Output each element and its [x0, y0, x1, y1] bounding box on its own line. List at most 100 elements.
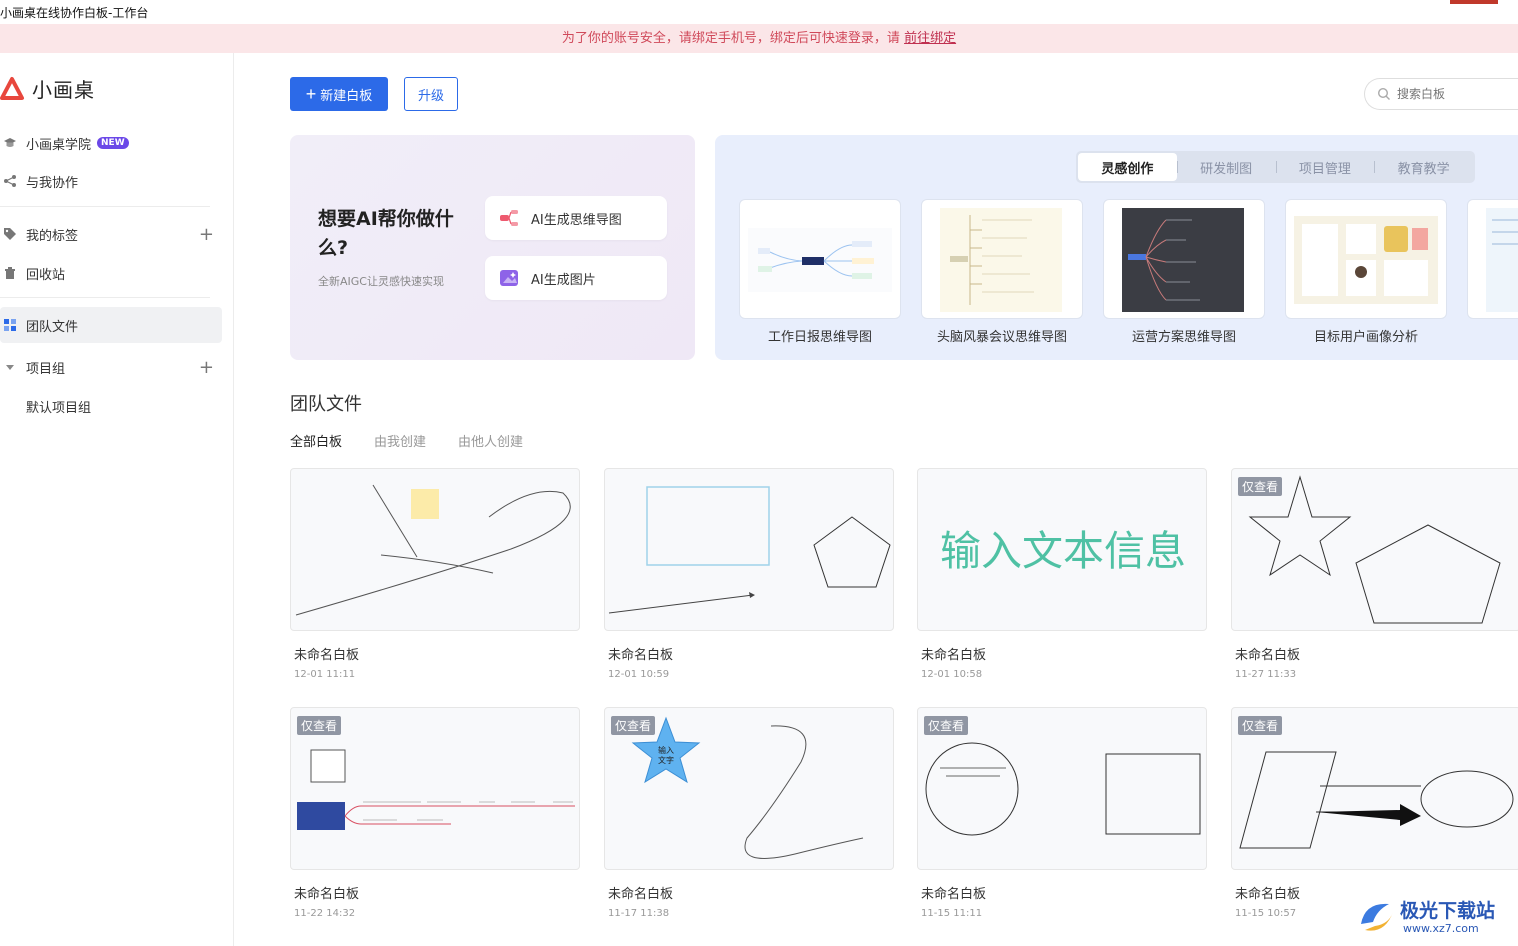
filter-created-by-others[interactable]: 由他人创建 [458, 431, 523, 450]
bind-now-link[interactable]: 前往绑定 [904, 31, 956, 46]
sidebar-item-label: 我的标签 [26, 228, 79, 244]
board-name: 未命名白板 [608, 648, 674, 663]
search-box[interactable] [1364, 78, 1518, 110]
tab-inspiration[interactable]: 灵感创作 [1078, 153, 1177, 181]
sidebar-item-label: 与我协作 [26, 175, 79, 191]
ai-mindmap-label: AI生成思维导图 [531, 212, 622, 228]
board-name: 未命名白板 [921, 887, 987, 902]
board-date: 11-27 11:33 [1235, 669, 1297, 680]
sidebar-item-trash[interactable]: 回收站 [0, 255, 222, 291]
tab-rnd[interactable]: 研发制图 [1176, 153, 1276, 181]
template-thumb-operations [1122, 208, 1244, 312]
readonly-badge: 仅查看 [611, 716, 656, 735]
logo-name: 小画桌 [32, 77, 95, 102]
board-date: 11-22 14:32 [294, 908, 356, 919]
file-filter-tabs: 全部白板 由我创建 由他人创建 [290, 431, 555, 450]
template-thumb-partial [1486, 208, 1518, 312]
sidebar-item-default-group[interactable]: 默认项目组 [0, 388, 222, 424]
board-thumbnail [608, 486, 891, 614]
sidebar-item-tags[interactable]: 我的标签 + [0, 216, 222, 252]
board-name: 未命名白板 [294, 648, 360, 663]
add-project-group-icon[interactable]: + [199, 357, 214, 378]
board-date: 12-01 10:59 [608, 669, 670, 680]
board-card[interactable]: 仅查看 [1231, 707, 1518, 870]
window-close-button[interactable] [1450, 0, 1498, 4]
board-thumb-text: 输入文本信息 [940, 527, 1186, 575]
board-card[interactable] [604, 468, 894, 631]
app-logo[interactable]: 小画桌 [0, 73, 95, 103]
sidebar-item-label: 默认项目组 [26, 400, 92, 416]
search-input[interactable] [1397, 87, 1507, 101]
sidebar-item-project-group[interactable]: 项目组 + [0, 349, 222, 385]
sidebar-item-shared[interactable]: 与我协作 [0, 163, 222, 199]
logo-icon [0, 77, 24, 100]
template-card-user-persona[interactable] [1285, 199, 1447, 319]
board-date: 11-15 11:11 [921, 908, 983, 919]
template-card-daily-report[interactable] [739, 199, 901, 319]
sidebar-item-academy[interactable]: 小画桌学院 NEW [0, 125, 222, 161]
template-label-brainstorm: 头脑风暴会议思维导图 [936, 330, 1067, 345]
template-panel: 灵感创作 研发制图 项目管理 教育教学 工作日报思维导图 头脑风暴会议思维导图 … [715, 135, 1518, 360]
board-card[interactable]: 仅查看 [290, 707, 580, 870]
template-label-operations: 运营方案思维导图 [1131, 330, 1236, 345]
add-tag-icon[interactable]: + [199, 224, 214, 245]
template-card-operations[interactable] [1103, 199, 1265, 319]
new-board-label: 新建白板 [320, 87, 373, 103]
template-label-user-persona: 目标用户画像分析 [1313, 330, 1418, 345]
board-card[interactable] [290, 468, 580, 631]
tag-icon [3, 227, 17, 241]
filter-created-by-me[interactable]: 由我创建 [374, 431, 426, 450]
ai-mindmap-button[interactable]: AI生成思维导图 [485, 196, 667, 240]
template-thumb-brainstorm [940, 208, 1062, 312]
board-card[interactable]: 仅查看 [1231, 468, 1518, 631]
ai-promo-card: 想要AI帮你做什么? 全新AIGC让灵感快速实现 AI生成思维导图 AI生成图片 [290, 135, 695, 360]
template-thumb-daily-report [748, 228, 892, 292]
board-date: 12-01 10:58 [921, 669, 983, 680]
board-name: 未命名白板 [1235, 648, 1301, 663]
upgrade-button[interactable]: 升级 [404, 77, 458, 111]
board-thumbnail: 输入文本信息 [940, 527, 1186, 575]
board-card[interactable]: 仅查看 [917, 707, 1207, 870]
search-icon [1377, 87, 1390, 100]
sidebar-item-label: 项目组 [26, 361, 66, 377]
tab-education[interactable]: 教育教学 [1374, 153, 1473, 181]
sidebar-item-label: 小画桌学院 [26, 137, 92, 153]
board-name: 未命名白板 [608, 887, 674, 902]
grid-icon [3, 318, 17, 332]
board-name: 未命名白板 [921, 648, 987, 663]
readonly-badge: 仅查看 [297, 716, 342, 735]
sidebar-item-team-files[interactable]: 团队文件 [0, 307, 222, 343]
board-card[interactable]: 输入文字 仅查看 [604, 707, 894, 870]
board-date: 11-15 10:57 [1235, 908, 1297, 919]
share-icon [3, 174, 17, 188]
mindmap-icon [500, 210, 518, 226]
ai-image-label: AI生成图片 [531, 272, 596, 288]
template-thumb-user-persona [1294, 216, 1438, 304]
ai-heading: 想要AI帮你做什么? [318, 208, 454, 259]
bind-phone-notice: 为了你的账号安全，请绑定手机号，绑定后可快速登录，请 前往绑定 [0, 24, 1518, 53]
readonly-badge: 仅查看 [924, 716, 969, 735]
readonly-badge: 仅查看 [1238, 477, 1283, 496]
template-card-partial[interactable] [1467, 199, 1518, 319]
sidebar: 小画桌 小画桌学院 NEW 与我协作 我的标签 + 回收站 团队文件 项目组 +… [0, 53, 234, 946]
template-label-partial: 六 [1467, 326, 1518, 345]
sidebar-item-label: 团队文件 [26, 319, 79, 335]
ai-subheading: 全新AIGC让灵感快速实现 [318, 275, 444, 288]
board-name: 未命名白板 [1235, 887, 1301, 902]
graduation-cap-icon [3, 136, 17, 150]
template-card-brainstorm[interactable] [921, 199, 1083, 319]
new-badge: NEW [97, 137, 129, 149]
new-board-button[interactable]: + 新建白板 [290, 77, 388, 111]
sidebar-item-label: 回收站 [26, 267, 66, 283]
image-sparkle-icon [500, 270, 518, 286]
board-card[interactable]: 输入文本信息 [917, 468, 1207, 631]
tab-project-mgmt[interactable]: 项目管理 [1275, 153, 1375, 181]
watermark: 极光下载站 www.xz7.com [1355, 892, 1515, 940]
template-tabs: 灵感创作 研发制图 项目管理 教育教学 [1076, 151, 1475, 183]
sidebar-divider [0, 297, 210, 298]
board-thumbnail [295, 484, 571, 616]
filter-all-boards[interactable]: 全部白板 [290, 431, 342, 450]
ai-image-button[interactable]: AI生成图片 [485, 256, 667, 300]
caret-down-icon[interactable] [3, 360, 17, 374]
template-label-daily-report: 工作日报思维导图 [767, 330, 872, 345]
